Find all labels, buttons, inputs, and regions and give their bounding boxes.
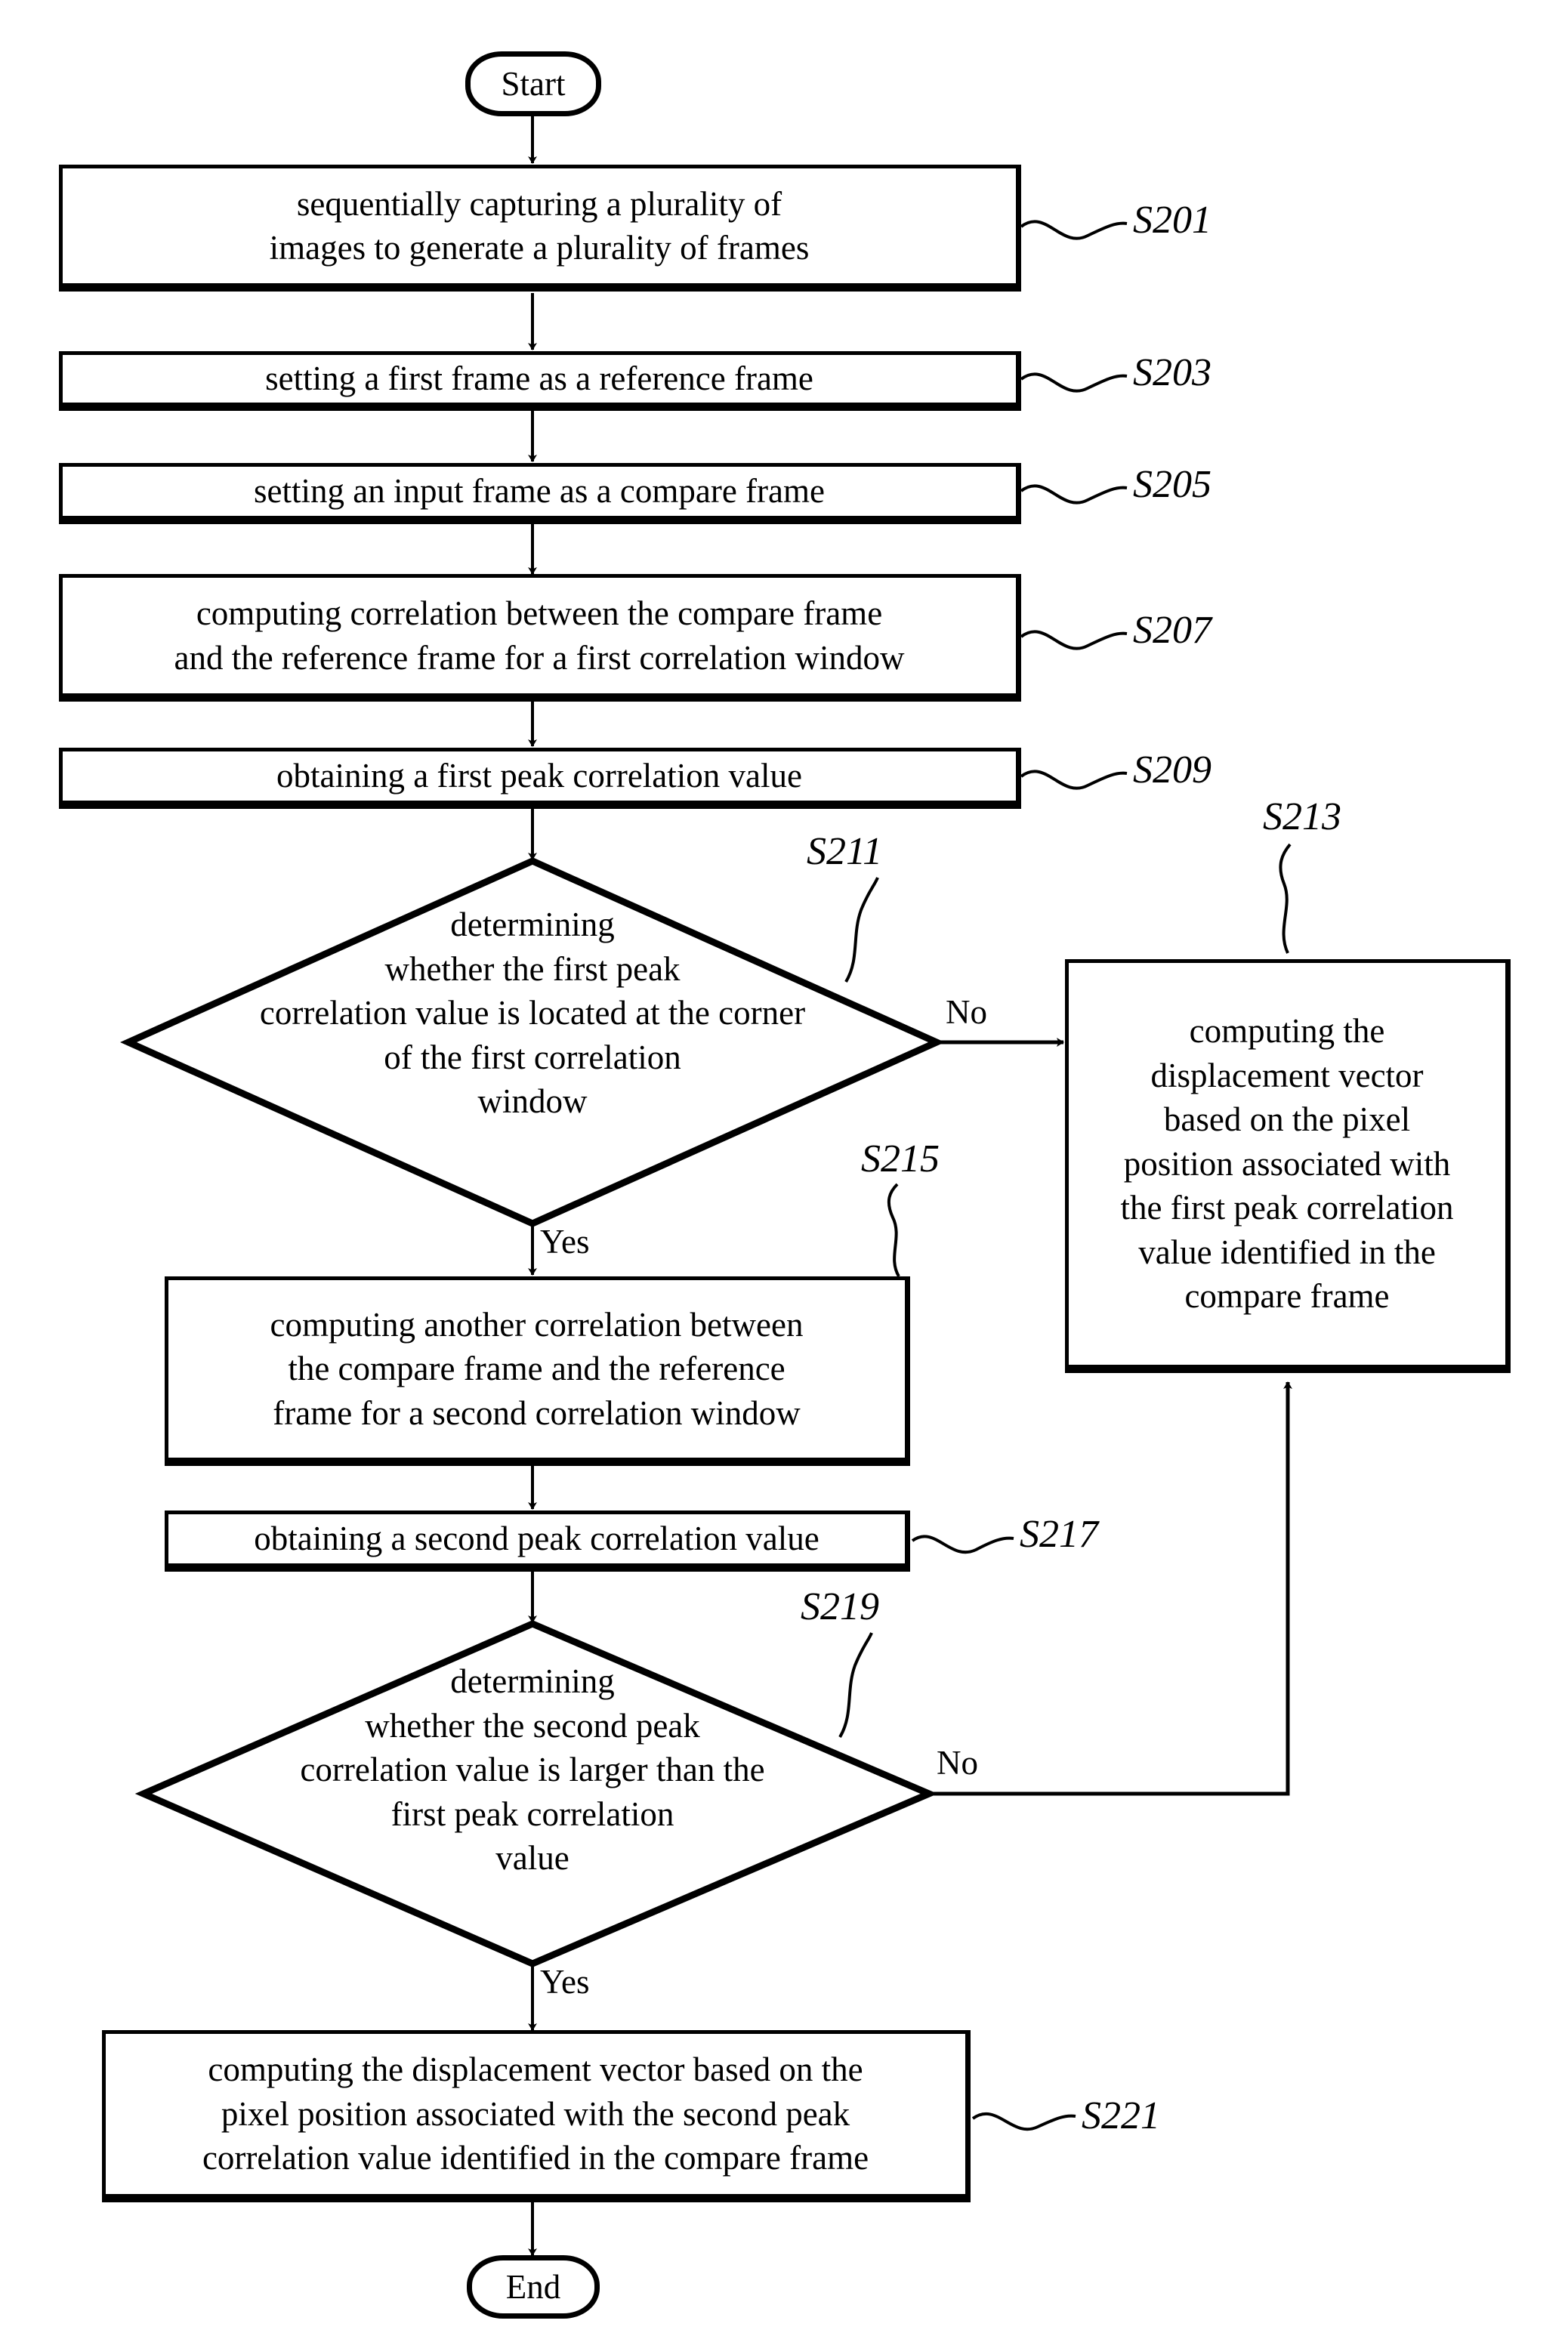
edge-label-s211-yes: Yes (540, 1223, 590, 1261)
leader-s213 (1279, 843, 1292, 954)
terminator-start: Start (465, 51, 601, 116)
decision-s211-shape (120, 857, 945, 1227)
leader-s209 (1020, 770, 1128, 790)
process-s203: setting a first frame as a reference fra… (59, 351, 1021, 411)
step-ref-s213: S213 (1263, 795, 1341, 838)
decision-s219-label: determining whether the second peak corr… (300, 1662, 765, 1877)
process-s221: computing the displacement vector based … (102, 2030, 971, 2202)
terminator-start-label: Start (501, 64, 566, 103)
step-ref-s209: S209 (1133, 748, 1211, 792)
process-s221-label: computing the displacement vector based … (202, 2051, 869, 2177)
leader-s201 (1020, 220, 1128, 240)
step-ref-s201: S201 (1133, 199, 1211, 242)
edge-label-s211-no: No (946, 993, 987, 1031)
step-ref-s219: S219 (801, 1585, 879, 1628)
process-s203-label: setting a first frame as a reference fra… (265, 360, 813, 398)
step-ref-s207: S207 (1133, 609, 1211, 652)
decision-s219-shape (134, 1620, 938, 1967)
leader-s205 (1020, 484, 1128, 505)
leader-s221 (971, 2112, 1076, 2131)
process-s213: computing the displacement vector based … (1065, 959, 1511, 1373)
process-s217: obtaining a second peak correlation valu… (165, 1511, 910, 1572)
edge-s219-no-to-s213 (929, 1381, 1292, 1796)
process-s201-label: sequentially capturing a plurality of im… (269, 184, 810, 267)
step-ref-s211: S211 (807, 830, 883, 873)
step-ref-s217: S217 (1020, 1513, 1098, 1556)
leader-s215 (887, 1183, 900, 1278)
step-ref-s205: S205 (1133, 463, 1211, 506)
leader-s219 (838, 1632, 873, 1739)
process-s209-label: obtaining a first peak correlation value (276, 757, 802, 795)
process-s209: obtaining a first peak correlation value (59, 748, 1021, 809)
process-s215: computing another correlation between th… (165, 1276, 910, 1466)
process-s207: computing correlation between the compar… (59, 574, 1021, 702)
step-ref-s215: S215 (861, 1137, 940, 1180)
edge-label-s219-yes: Yes (540, 1963, 590, 2001)
leader-s207 (1020, 630, 1128, 650)
terminator-end: End (467, 2255, 600, 2319)
leader-s211 (844, 877, 879, 983)
leader-s203 (1020, 372, 1128, 393)
step-ref-s203: S203 (1133, 351, 1211, 394)
process-s205: setting an input frame as a compare fram… (59, 463, 1021, 524)
terminator-end-label: End (505, 2267, 561, 2306)
process-s215-label: computing another correlation between th… (270, 1305, 804, 1432)
step-ref-s221: S221 (1082, 2094, 1160, 2137)
edge-label-s219-no: No (937, 1744, 978, 1782)
process-s201: sequentially capturing a plurality of im… (59, 165, 1021, 292)
process-s207-label: computing correlation between the compar… (174, 594, 905, 677)
flowchart-figure: Start sequentially capturing a plurality… (0, 0, 1568, 2336)
leader-s217 (911, 1535, 1014, 1554)
process-s205-label: setting an input frame as a compare fram… (254, 472, 825, 511)
process-s217-label: obtaining a second peak correlation valu… (254, 1520, 819, 1558)
process-s213-label: computing the displacement vector based … (1120, 1012, 1454, 1316)
decision-s211-label: determining whether the first peak corre… (259, 906, 806, 1120)
